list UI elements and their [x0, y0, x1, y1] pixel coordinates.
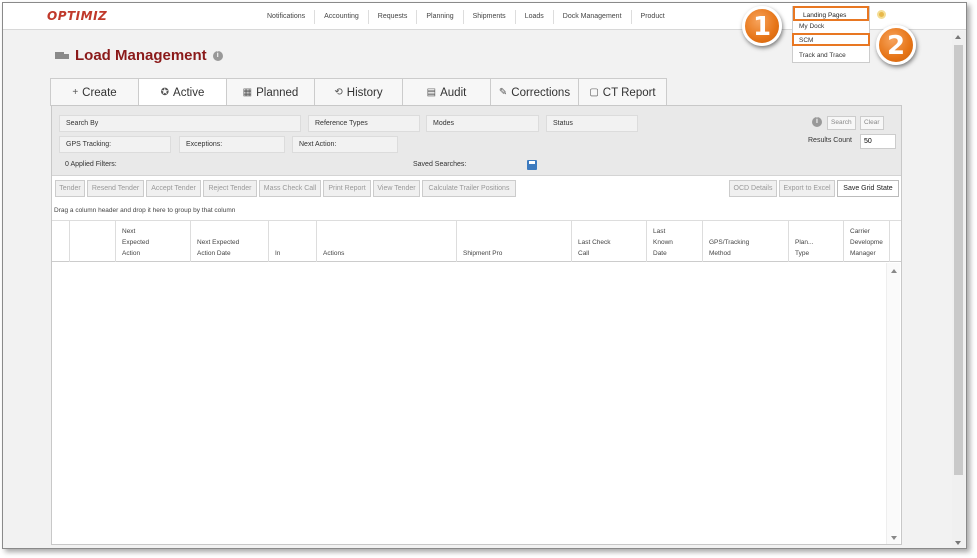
page-header: Load Management i: [55, 47, 223, 64]
column-next-expected-action-date[interactable]: Next Expected Action Date: [191, 221, 269, 262]
action-toolbar: Tender Resend Tender Accept Tender Rejec…: [52, 178, 901, 198]
scroll-up-arrow-icon[interactable]: [891, 269, 897, 273]
window-scroll-down-icon[interactable]: [955, 541, 961, 545]
column-carrier-development-manager[interactable]: Carrier Developme Manager: [844, 221, 890, 262]
print-report-button[interactable]: Print Report: [323, 180, 371, 197]
column-blank[interactable]: [70, 221, 116, 262]
calendar-icon: ▦: [242, 87, 253, 98]
nav-requests[interactable]: Requests: [369, 9, 418, 24]
highlight-scm: [792, 33, 870, 46]
status-field[interactable]: Status: [546, 115, 638, 132]
scroll-down-arrow-icon[interactable]: [891, 536, 897, 540]
applied-filters-label: 0 Applied Filters:: [65, 161, 117, 168]
export-to-excel-button[interactable]: Export to Excel: [779, 180, 835, 197]
history-icon: ⟲: [334, 87, 343, 98]
settings-gear-icon[interactable]: [877, 10, 886, 19]
window-scroll-up-icon[interactable]: [955, 35, 961, 39]
grid-header: Next Expected Action Next Expected Actio…: [52, 220, 901, 262]
nav-product[interactable]: Product: [632, 10, 674, 24]
top-nav-menu: Notifications Accounting Requests Planni…: [258, 3, 674, 30]
column-last-check-call[interactable]: Last Check Call: [572, 221, 647, 262]
tab-ct-report[interactable]: ▢ CT Report: [578, 78, 667, 106]
column-in[interactable]: In: [269, 221, 317, 262]
callout-step-1: 1: [742, 6, 782, 46]
grid-scrollbar[interactable]: [886, 263, 900, 544]
column-last-known-date[interactable]: Last Known Date: [647, 221, 703, 262]
clipboard-icon: ▤: [426, 87, 437, 98]
nav-planning[interactable]: Planning: [417, 9, 464, 24]
group-by-hint: Drag a column header and drop it here to…: [54, 207, 236, 214]
nav-accounting[interactable]: Accounting: [315, 9, 369, 24]
app-window: OPTIMIZ Notifications Accounting Request…: [2, 2, 967, 549]
results-count-input[interactable]: 50: [860, 134, 896, 149]
nav-dock-management[interactable]: Dock Management: [554, 9, 632, 24]
clear-button[interactable]: Clear: [860, 116, 884, 130]
tab-planned[interactable]: ▦ Planned: [226, 78, 315, 106]
column-gps-tracking-method[interactable]: GPS/Tracking Method: [703, 221, 789, 262]
calculate-trailer-positions-button[interactable]: Calculate Trailer Positions: [422, 180, 516, 197]
nav-notifications[interactable]: Notifications: [258, 9, 316, 24]
gps-tracking-field[interactable]: GPS Tracking:: [59, 136, 171, 153]
pencil-icon: ✎: [498, 87, 508, 98]
tender-button[interactable]: Tender: [55, 180, 85, 197]
column-next-expected-action[interactable]: Next Expected Action: [116, 221, 191, 262]
tab-label: Audit: [440, 86, 467, 99]
reject-tender-button[interactable]: Reject Tender: [203, 180, 257, 197]
dropdown-item-my-dock[interactable]: My Dock: [799, 23, 824, 30]
callout-step-2: 2: [876, 25, 916, 65]
tab-label: Active: [173, 86, 205, 99]
nav-shipments[interactable]: Shipments: [464, 9, 516, 24]
tab-active[interactable]: ✪ Active: [138, 78, 227, 106]
page-title: Load Management: [75, 47, 207, 64]
plus-icon: +: [72, 87, 79, 98]
tab-label: Planned: [256, 86, 299, 99]
column-shipment-pro[interactable]: Shipment Pro: [457, 221, 572, 262]
active-icon: ✪: [160, 87, 170, 98]
reference-types-field[interactable]: Reference Types: [308, 115, 420, 132]
exceptions-field[interactable]: Exceptions:: [179, 136, 285, 153]
search-by-field[interactable]: Search By: [59, 115, 301, 132]
tab-label: CT Report: [602, 86, 656, 99]
window-scrollbar[interactable]: [952, 31, 965, 548]
column-actions[interactable]: Actions: [317, 221, 457, 262]
dropdown-item-track-and-trace[interactable]: Track and Trace: [799, 52, 846, 59]
tab-history[interactable]: ⟲ History: [314, 78, 403, 106]
tab-label: Corrections: [511, 86, 571, 99]
info-icon[interactable]: i: [212, 50, 223, 61]
filter-area: Search By Reference Types Modes Status G…: [52, 106, 901, 176]
tab-create[interactable]: + Create: [50, 78, 139, 106]
next-action-field[interactable]: Next Action:: [292, 136, 398, 153]
report-icon: ▢: [589, 87, 599, 98]
view-tender-button[interactable]: View Tender: [373, 180, 420, 197]
save-grid-state-button[interactable]: Save Grid State: [837, 180, 899, 197]
saved-searches-label: Saved Searches:: [413, 161, 467, 168]
logo: OPTIMIZ: [47, 9, 108, 23]
results-count-label: Results Count: [808, 137, 852, 144]
resend-tender-button[interactable]: Resend Tender: [87, 180, 144, 197]
column-select[interactable]: [52, 221, 70, 262]
search-button[interactable]: Search: [827, 116, 856, 130]
window-scroll-thumb[interactable]: [954, 45, 963, 475]
nav-loads[interactable]: Loads: [516, 9, 554, 24]
column-plan-type[interactable]: Plan... Type: [789, 221, 844, 262]
save-icon[interactable]: [527, 160, 537, 170]
accept-tender-button[interactable]: Accept Tender: [146, 180, 201, 197]
filter-info-icon[interactable]: i: [812, 117, 822, 127]
modes-field[interactable]: Modes: [426, 115, 539, 132]
tab-label: History: [346, 86, 383, 99]
tab-corrections[interactable]: ✎ Corrections: [490, 78, 579, 106]
mass-check-call-button[interactable]: Mass Check Call: [259, 180, 321, 197]
tab-bar: + Create ✪ Active ▦ Planned ⟲ History ▤ …: [50, 78, 667, 106]
main-panel: Search By Reference Types Modes Status G…: [51, 105, 902, 545]
truck-icon: [55, 51, 69, 61]
tab-label: Create: [82, 86, 117, 99]
highlight-landing-pages: [793, 6, 869, 21]
ocd-details-button[interactable]: OCD Details: [729, 180, 777, 197]
tab-audit[interactable]: ▤ Audit: [402, 78, 491, 106]
